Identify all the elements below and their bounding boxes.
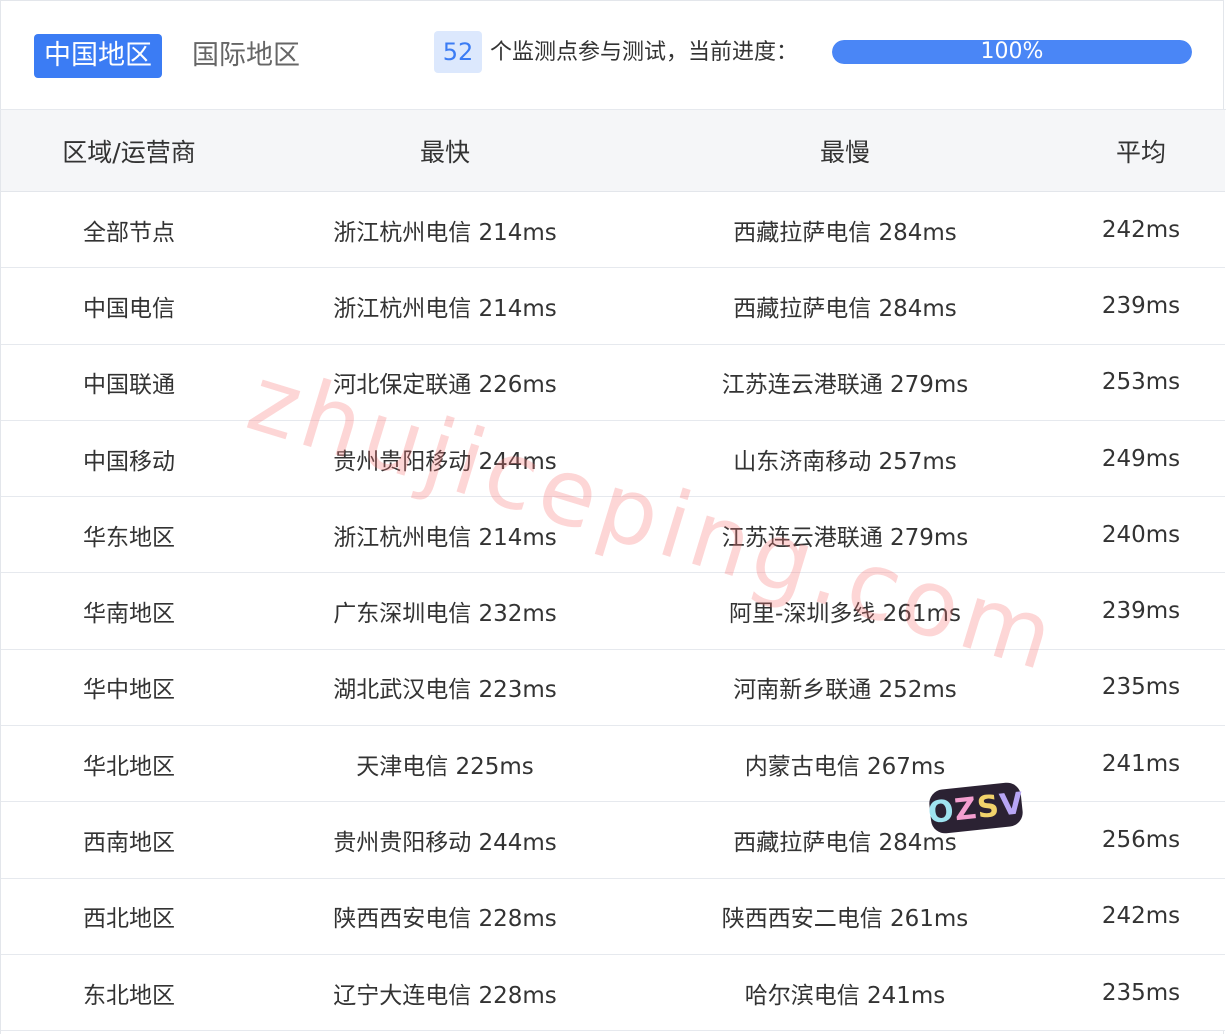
- table-header-row: 区域/运营商 最快 最慢 平均: [1, 110, 1225, 192]
- cell-average: 253ms: [1101, 369, 1181, 396]
- table-row: 华北地区 天津电信 225ms 内蒙古电信 267ms 241ms: [1, 726, 1225, 803]
- table-row: 西北地区 陕西西安电信 228ms 陕西西安二电信 261ms 242ms: [1, 878, 1225, 955]
- panel-header: 中国地区 国际地区 52 个监测点参与测试，当前进度： 100%: [0, 0, 1226, 110]
- cell-region: 华南地区: [83, 601, 175, 628]
- cell-average: 239ms: [1101, 598, 1181, 625]
- table-row: 华东地区 浙江杭州电信 214ms 江苏连云港联通 279ms 240ms: [1, 497, 1225, 574]
- cell-average: 256ms: [1101, 827, 1181, 854]
- cell-region: 中国联通: [83, 372, 175, 399]
- cell-region: 西南地区: [83, 830, 175, 857]
- cell-slowest: 山东济南移动 257ms: [733, 448, 957, 475]
- table-row: 西南地区 贵州贵阳移动 244ms 西藏拉萨电信 284ms 256ms: [1, 802, 1225, 879]
- cell-region: 东北地区: [83, 982, 175, 1009]
- cell-average: 241ms: [1101, 750, 1181, 777]
- node-count-badge: 52: [434, 31, 482, 73]
- cell-region: 华中地区: [83, 677, 175, 704]
- cell-slowest: 陕西西安二电信 261ms: [721, 906, 969, 933]
- tab-china[interactable]: 中国地区: [34, 34, 162, 78]
- cell-fastest: 天津电信 225ms: [356, 753, 534, 780]
- cell-slowest: 哈尔滨电信 241ms: [744, 982, 946, 1009]
- table-row: 中国电信 浙江杭州电信 214ms 西藏拉萨电信 284ms 239ms: [1, 268, 1225, 345]
- cell-fastest: 辽宁大连电信 228ms: [333, 982, 557, 1009]
- cell-fastest: 贵州贵阳移动 244ms: [333, 448, 557, 475]
- header-fastest: 最快: [419, 137, 470, 167]
- cell-region: 中国移动: [83, 448, 175, 475]
- table-row: 华南地区 广东深圳电信 232ms 阿里-深圳多线 261ms 239ms: [1, 573, 1225, 650]
- cell-slowest: 西藏拉萨电信 284ms: [733, 295, 957, 322]
- cell-fastest: 河北保定联通 226ms: [333, 372, 557, 399]
- cell-slowest: 西藏拉萨电信 284ms: [733, 830, 957, 857]
- cell-fastest: 湖北武汉电信 223ms: [333, 677, 557, 704]
- table-row: 东北地区 辽宁大连电信 228ms 哈尔滨电信 241ms 235ms: [1, 954, 1225, 1032]
- table-row: 中国移动 贵州贵阳移动 244ms 山东济南移动 257ms 249ms: [1, 420, 1225, 498]
- cell-fastest: 贵州贵阳移动 244ms: [333, 830, 557, 857]
- cell-fastest: 浙江杭州电信 214ms: [333, 295, 557, 322]
- tab-international[interactable]: 国际地区: [182, 34, 310, 78]
- cell-region: 西北地区: [83, 906, 175, 933]
- cell-slowest: 西藏拉萨电信 284ms: [733, 219, 957, 246]
- cell-average: 235ms: [1101, 674, 1181, 701]
- header-average: 平均: [1115, 137, 1166, 167]
- cell-slowest: 江苏连云港联通 279ms: [721, 524, 969, 551]
- cell-slowest: 江苏连云港联通 279ms: [721, 372, 969, 399]
- cell-fastest: 陕西西安电信 228ms: [333, 906, 557, 933]
- progress-bar: 100%: [832, 40, 1192, 64]
- table-row: 华中地区 湖北武汉电信 223ms 河南新乡联通 252ms 235ms: [1, 649, 1225, 727]
- cell-slowest: 阿里-深圳多线 261ms: [729, 601, 961, 628]
- cell-slowest: 河南新乡联通 252ms: [733, 677, 957, 704]
- progress-caption: 个监测点参与测试，当前进度：: [490, 40, 799, 65]
- cell-fastest: 浙江杭州电信 214ms: [333, 219, 557, 246]
- cell-fastest: 广东深圳电信 232ms: [333, 601, 557, 628]
- header-slowest: 最慢: [819, 137, 870, 167]
- cell-average: 240ms: [1101, 521, 1181, 548]
- cell-region: 华北地区: [83, 753, 175, 780]
- cell-region: 中国电信: [83, 295, 175, 322]
- cell-region: 华东地区: [83, 524, 175, 551]
- cell-region: 全部节点: [83, 219, 175, 246]
- cell-average: 235ms: [1101, 979, 1181, 1006]
- progress-percent-label: 100%: [980, 40, 1044, 64]
- header-region: 区域/运营商: [62, 137, 196, 167]
- cell-average: 239ms: [1101, 292, 1181, 319]
- cell-average: 249ms: [1101, 445, 1181, 472]
- cell-fastest: 浙江杭州电信 214ms: [333, 524, 557, 551]
- cell-average: 242ms: [1101, 216, 1181, 243]
- latency-table: 区域/运营商 最快 最慢 平均 全部节点 浙江杭州电信 214ms 西藏拉萨电信…: [1, 110, 1225, 1032]
- table-row: 全部节点 浙江杭州电信 214ms 西藏拉萨电信 284ms 242ms: [1, 192, 1225, 269]
- table-row: 中国联通 河北保定联通 226ms 江苏连云港联通 279ms 253ms: [1, 344, 1225, 421]
- cell-slowest: 内蒙古电信 267ms: [744, 753, 946, 780]
- cell-average: 242ms: [1101, 903, 1181, 930]
